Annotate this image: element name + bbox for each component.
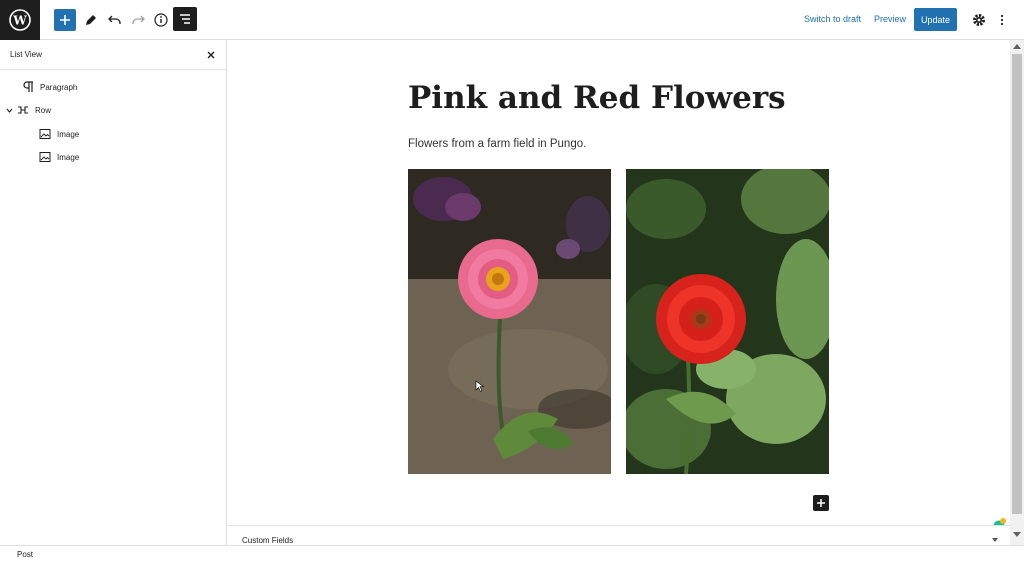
scroll-down-arrow-icon[interactable] <box>1013 532 1021 537</box>
preview-button[interactable]: Preview <box>874 14 906 24</box>
editor-header: W Switch to draft Preview Update <box>0 0 1024 40</box>
row-icon <box>16 103 30 117</box>
list-view-header: List View <box>0 40 226 70</box>
image-icon <box>38 150 52 164</box>
pink-flower-image <box>408 169 611 474</box>
svg-text:W: W <box>12 14 27 28</box>
grammarly-icon[interactable] <box>992 518 1006 525</box>
custom-fields-metabox[interactable]: Custom Fields <box>227 525 1010 545</box>
plus-icon <box>817 499 825 507</box>
custom-fields-title[interactable]: Custom Fields <box>242 536 293 545</box>
paragraph-block[interactable]: Flowers from a farm field in Pungo. <box>408 138 586 150</box>
gear-icon <box>973 14 985 26</box>
post-title[interactable]: Pink and Red Flowers <box>408 80 786 116</box>
add-block-button[interactable] <box>54 9 76 31</box>
list-item-label: Image <box>57 152 80 162</box>
redo-button[interactable] <box>126 8 150 32</box>
details-button[interactable] <box>149 8 173 32</box>
caret-down-icon[interactable] <box>992 538 998 542</box>
scroll-thumb[interactable] <box>1012 54 1022 514</box>
switch-to-draft-button[interactable]: Switch to draft <box>804 14 861 24</box>
options-button[interactable] <box>990 8 1014 32</box>
undo-button[interactable] <box>103 8 127 32</box>
image-icon <box>38 127 52 141</box>
list-item-label: Row <box>35 105 52 115</box>
chevron-down-icon[interactable] <box>6 107 16 114</box>
red-flower-image <box>626 169 829 474</box>
list-view-panel: List View Paragraph Row Image Image <box>0 40 227 545</box>
more-vertical-icon <box>1000 14 1004 26</box>
list-view-icon <box>180 14 190 24</box>
plus-icon <box>60 15 70 25</box>
tools-button[interactable] <box>79 8 103 32</box>
update-button[interactable]: Update <box>914 8 957 31</box>
settings-button[interactable] <box>967 8 991 32</box>
pencil-icon <box>86 15 96 25</box>
wordpress-logo-button[interactable]: W <box>0 0 40 40</box>
list-item-image[interactable]: Image <box>38 147 79 167</box>
redo-icon <box>132 15 145 24</box>
list-item-image[interactable]: Image <box>38 124 79 144</box>
scroll-up-arrow-icon[interactable] <box>1013 44 1021 49</box>
list-item-label: Image <box>57 129 80 139</box>
image-block[interactable] <box>408 169 611 474</box>
list-view-title: List View <box>10 50 42 59</box>
paragraph-icon <box>21 80 35 94</box>
editor-canvas: Pink and Red Flowers Flowers from a farm… <box>227 40 1010 525</box>
wordpress-icon: W <box>9 9 31 31</box>
block-breadcrumb[interactable]: Post <box>17 550 33 559</box>
info-icon <box>154 13 168 27</box>
list-item-row[interactable]: Row <box>6 100 51 120</box>
list-item-label: Paragraph <box>40 82 78 92</box>
list-view-button[interactable] <box>173 7 197 31</box>
image-block[interactable] <box>626 169 829 474</box>
close-icon <box>207 51 215 59</box>
close-list-view-button[interactable] <box>205 48 217 60</box>
list-item-paragraph[interactable]: Paragraph <box>21 77 77 97</box>
undo-icon <box>108 15 121 24</box>
editor-footer: Post <box>0 545 1024 561</box>
add-block-button-inline[interactable] <box>813 495 829 511</box>
vertical-scrollbar[interactable] <box>1010 40 1024 545</box>
